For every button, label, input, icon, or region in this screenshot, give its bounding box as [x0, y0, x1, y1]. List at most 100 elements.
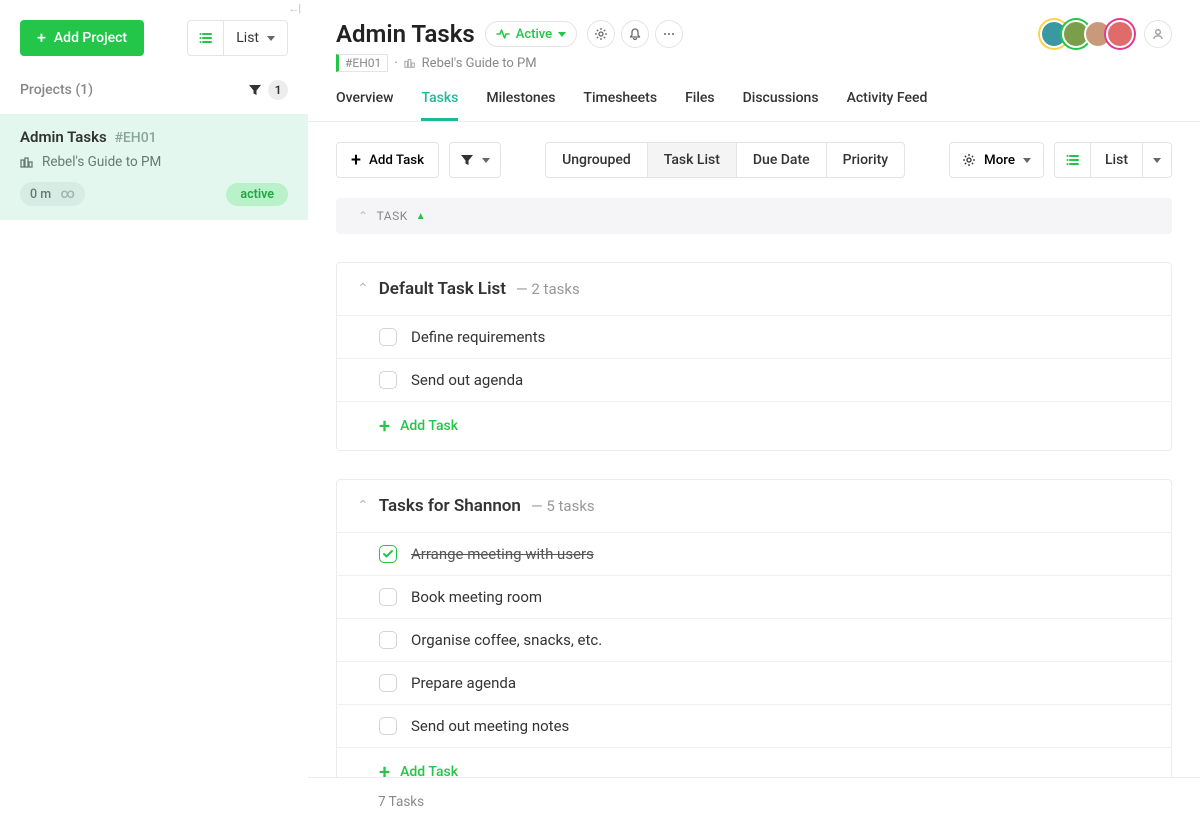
- filter-button[interactable]: [449, 142, 501, 178]
- more-button[interactable]: [655, 20, 683, 48]
- add-task-inline[interactable]: + Add Task: [337, 401, 1171, 450]
- grouping-due-date[interactable]: Due Date: [737, 143, 827, 177]
- tab-discussions[interactable]: Discussions: [743, 90, 819, 121]
- task-group: ⌃Default Task List— 2 tasks Define requir…: [336, 262, 1172, 451]
- tab-files[interactable]: Files: [685, 90, 715, 121]
- task-row[interactable]: Book meeting room: [337, 575, 1171, 618]
- chevron-up-icon: ⌃: [358, 209, 369, 223]
- task-name: Prepare agenda: [411, 674, 516, 692]
- task-checkbox[interactable]: [379, 328, 397, 346]
- tab-overview[interactable]: Overview: [336, 90, 393, 121]
- filter-icon: [460, 153, 474, 167]
- chevron-down-icon: [558, 32, 566, 37]
- list-icon: [188, 21, 224, 55]
- gear-icon: [962, 153, 976, 167]
- project-card-hash: #EH01: [114, 130, 156, 146]
- notifications-button[interactable]: [621, 20, 649, 48]
- sort-asc-icon: ▲: [416, 211, 426, 222]
- ellipsis-icon: [662, 27, 676, 41]
- tab-timesheets[interactable]: Timesheets: [583, 90, 657, 121]
- chevron-down-icon: [482, 158, 490, 163]
- sidebar-filter[interactable]: 1: [248, 80, 288, 100]
- add-task-inline[interactable]: +Add Task: [337, 747, 1171, 777]
- project-card[interactable]: Admin Tasks #EH01 Rebel's Guide to PM 0 …: [0, 114, 308, 220]
- tab-tasks[interactable]: Tasks: [421, 90, 458, 121]
- add-task-label: Add Task: [369, 153, 424, 168]
- task-row[interactable]: Define requirements: [337, 315, 1171, 358]
- grouping-task-list[interactable]: Task List: [648, 143, 737, 177]
- task-checkbox[interactable]: [379, 588, 397, 606]
- toolbar-more-button[interactable]: More: [949, 142, 1044, 178]
- crumb-hash: #EH01: [336, 54, 388, 72]
- chevron-up-icon: ⌃: [357, 281, 369, 297]
- task-checkbox[interactable]: [379, 717, 397, 735]
- task-checkbox[interactable]: [379, 631, 397, 649]
- task-name: Book meeting room: [411, 588, 542, 606]
- bell-icon: [628, 27, 642, 41]
- add-project-label: Add Project: [54, 30, 127, 46]
- group-count: — 2 tasks: [516, 280, 580, 298]
- user-button[interactable]: [1144, 20, 1172, 48]
- add-project-button[interactable]: + Add Project: [20, 20, 144, 56]
- add-task-button[interactable]: + Add Task: [336, 142, 439, 178]
- footer-total: 7 Tasks: [308, 777, 1200, 826]
- column-label: TASK: [377, 209, 408, 223]
- plus-icon: +: [37, 30, 46, 46]
- view-select[interactable]: List: [1054, 142, 1172, 178]
- task-group-header[interactable]: ⌃ Tasks for Shannon — 5 tasks: [337, 480, 1171, 532]
- settings-button[interactable]: [587, 20, 615, 48]
- sidebar-view-label: List: [236, 30, 259, 46]
- group-count: — 5 tasks: [531, 497, 595, 515]
- crumb-parent: Rebel's Guide to PM: [422, 56, 537, 71]
- breadcrumb: #EH01 · Rebel's Guide to PM: [336, 54, 683, 72]
- project-status-pill: active: [226, 183, 288, 206]
- task-checkbox[interactable]: [379, 371, 397, 389]
- task-name: Send out meeting notes: [411, 717, 569, 735]
- task-row[interactable]: Arrange meeting with users: [337, 532, 1171, 575]
- task-name: Organise coffee, snacks, etc.: [411, 631, 602, 649]
- plus-icon: +: [379, 762, 390, 777]
- task-row[interactable]: Organise coffee, snacks, etc.: [337, 618, 1171, 661]
- infinity-icon: ∞: [60, 186, 75, 202]
- gear-icon: [594, 27, 608, 41]
- projects-heading: Projects (1): [20, 82, 93, 98]
- tab-activity-feed[interactable]: Activity Feed: [847, 90, 928, 121]
- add-task-label: Add Task: [400, 418, 458, 434]
- chevron-down-icon: [267, 36, 275, 41]
- tab-milestones[interactable]: Milestones: [486, 90, 555, 121]
- grouping-segmented: UngroupedTask ListDue DatePriority: [545, 142, 905, 178]
- folder-icon: [404, 57, 416, 69]
- sidebar-view-toggle[interactable]: List: [187, 20, 288, 56]
- sidebar: + Add Project List ←| Projects (1) 1: [0, 0, 308, 826]
- chevron-up-icon: ⌃: [357, 498, 369, 514]
- status-chip[interactable]: Active: [485, 21, 577, 47]
- avatar-group[interactable]: [1046, 20, 1134, 48]
- task-row[interactable]: Prepare agenda: [337, 661, 1171, 704]
- list-icon: [1055, 143, 1091, 177]
- main-pane: Admin Tasks Active: [308, 0, 1200, 826]
- task-group: ⌃ Tasks for Shannon — 5 tasks Arrange meeti…: [336, 479, 1172, 777]
- grouping-priority[interactable]: Priority: [827, 143, 904, 177]
- grouping-ungrouped[interactable]: Ungrouped: [546, 143, 648, 177]
- avatar[interactable]: [1106, 20, 1134, 48]
- plus-icon: +: [379, 416, 390, 436]
- task-column-header[interactable]: ⌃ TASK ▲: [336, 198, 1172, 234]
- user-icon: [1151, 27, 1165, 41]
- task-row[interactable]: Send out meeting notes: [337, 704, 1171, 747]
- task-name: Arrange meeting with users: [411, 545, 594, 563]
- project-time-pill: 0 m ∞: [20, 182, 85, 206]
- task-row[interactable]: Send out agenda: [337, 358, 1171, 401]
- task-group-header[interactable]: ⌃Default Task List— 2 tasks: [337, 263, 1171, 315]
- page-title: Admin Tasks: [336, 20, 475, 48]
- collapse-icon[interactable]: ←|: [288, 2, 300, 15]
- pulse-icon: [496, 27, 510, 41]
- group-title: Tasks for Shannon: [379, 496, 521, 516]
- main-tabs: Overview Tasks Milestones Timesheets Files Di…: [308, 72, 1200, 122]
- chevron-down-icon: [1023, 158, 1031, 163]
- filter-icon: [248, 83, 262, 97]
- task-name: Define requirements: [411, 328, 545, 346]
- more-label: More: [984, 153, 1015, 168]
- filter-count: 1: [268, 80, 288, 100]
- task-checkbox[interactable]: [379, 674, 397, 692]
- task-checkbox[interactable]: [379, 545, 397, 563]
